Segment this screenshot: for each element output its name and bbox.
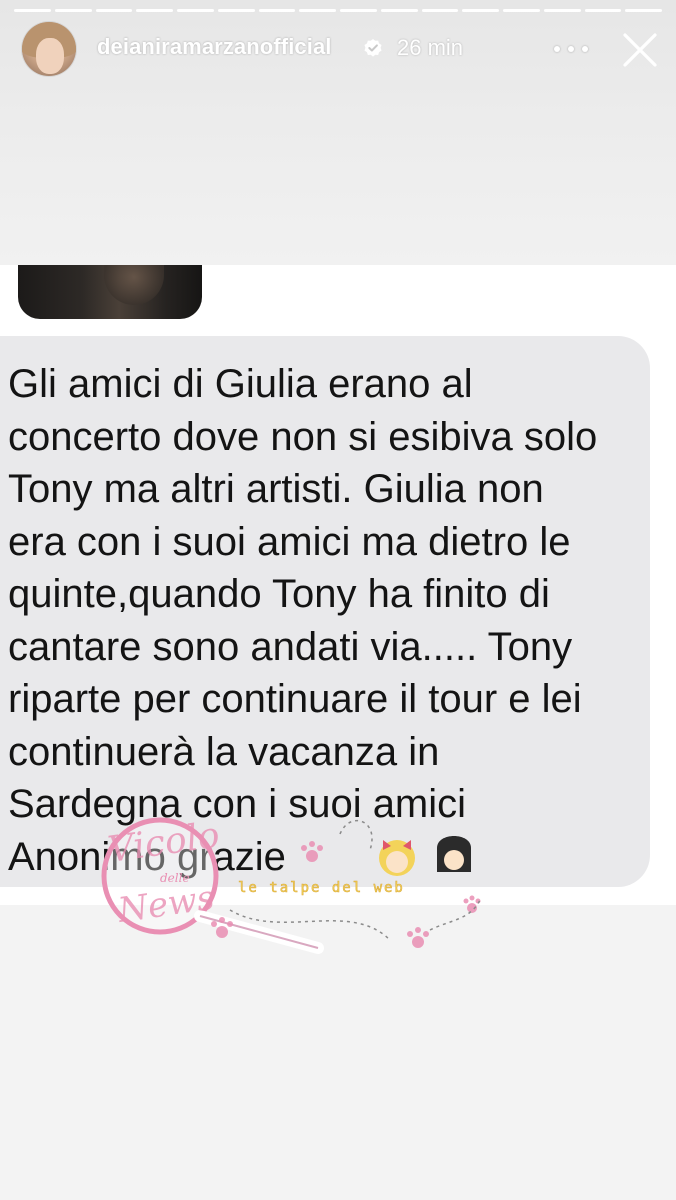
progress-segment	[136, 9, 173, 12]
progress-segment	[421, 9, 459, 12]
progress-segment	[340, 9, 377, 12]
story-lower-area	[0, 905, 676, 1200]
progress-segment	[625, 9, 662, 12]
progress-segment	[14, 9, 51, 12]
progress-segment	[54, 9, 92, 12]
progress-segment	[584, 9, 622, 12]
progress-segment	[177, 9, 214, 12]
photo-figure	[104, 265, 164, 305]
progress-segment	[258, 9, 296, 12]
profile-avatar[interactable]	[22, 22, 76, 76]
verified-badge-icon	[364, 39, 382, 57]
progress-segment	[462, 9, 499, 12]
close-icon[interactable]	[620, 30, 660, 70]
story-username[interactable]: deianiramarzanofficial	[97, 34, 332, 60]
instagram-story: deianiramarzanofficial 26 min Gli amici …	[0, 0, 676, 1200]
more-dot	[554, 46, 560, 52]
message-text: Gli amici di Giulia erano al concerto do…	[8, 362, 598, 879]
progress-segment	[380, 9, 418, 12]
more-options-icon[interactable]	[554, 38, 588, 60]
more-dot	[582, 46, 588, 52]
progress-segment	[217, 9, 255, 12]
progress-segment	[503, 9, 540, 12]
avatar-face	[36, 38, 64, 74]
more-dot	[568, 46, 574, 52]
progress-segment	[543, 9, 581, 12]
shared-photo-thumbnail	[18, 265, 202, 319]
story-timestamp: 26 min	[397, 35, 464, 60]
progress-segment	[95, 9, 133, 12]
progress-segment	[299, 9, 336, 12]
story-progress-bars	[14, 9, 662, 12]
